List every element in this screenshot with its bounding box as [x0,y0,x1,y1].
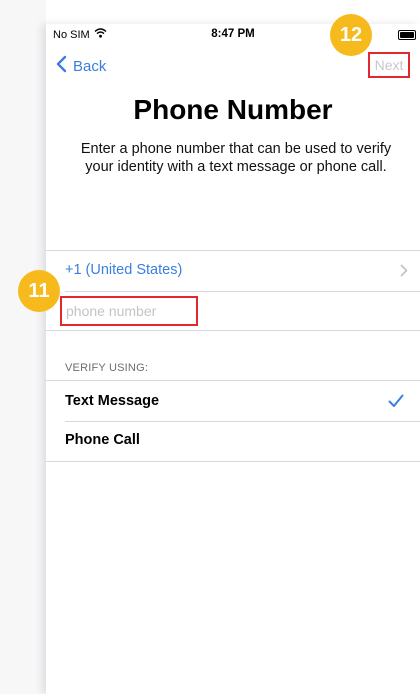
step-badge-12: 12 [330,14,372,56]
back-button[interactable]: Back [56,55,106,77]
page-title: Phone Number [133,94,333,125]
next-label: Next [374,57,404,73]
step-badge-11: 11 [18,270,60,312]
divider [46,380,420,381]
option-text-message[interactable]: Text Message [46,382,420,422]
back-label: Back [73,57,107,75]
next-button[interactable]: Next [368,52,410,78]
divider [65,291,420,292]
option-label: Phone Call [65,432,140,448]
country-code-row[interactable]: +1 (United States) [46,251,420,291]
screenshot-canvas: No SIM 8:47 PM Back Next Phone Number En… [0,0,420,694]
option-phone-call[interactable]: Phone Call [46,421,420,461]
phone-screen: No SIM 8:47 PM Back Next Phone Number En… [46,24,420,694]
chevron-left-icon [56,55,67,77]
chevron-right-icon [400,264,408,282]
option-label: Text Message [65,393,160,409]
left-gutter [0,0,46,694]
phone-number-input[interactable] [64,300,196,322]
divider [46,330,420,331]
page-subtitle: Enter a phone number that can be used to… [80,141,392,175]
checkmark-icon [388,394,404,413]
divider [46,461,420,462]
battery-icon [398,30,416,40]
phone-number-highlight [60,296,198,326]
country-code-label: +1 (United States) [65,262,183,278]
verify-section-header: VERIFY USING: [65,362,149,374]
